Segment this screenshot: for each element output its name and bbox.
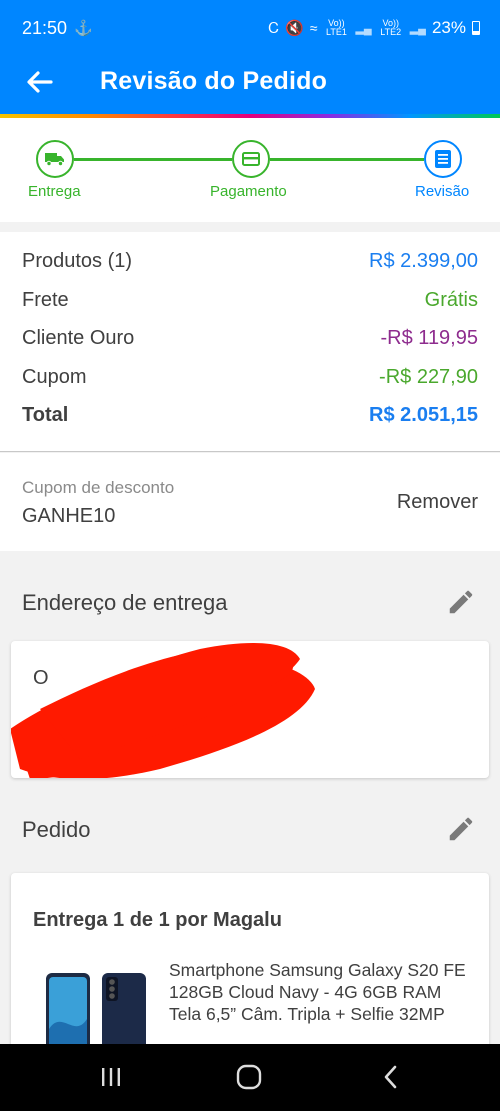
status-time: 21:50 — [22, 18, 68, 38]
credit-card-icon — [242, 152, 260, 166]
bluetooth-icon: Ꮯ — [268, 19, 280, 37]
stepper-line — [270, 158, 424, 161]
summary-value: R$ 2.399,00 — [369, 249, 478, 272]
coupon-panel: Cupom de desconto GANHE10 Remover — [0, 453, 500, 551]
list-icon — [435, 150, 451, 168]
summary-label: Cupom — [22, 365, 87, 388]
delivery-heading: Entrega 1 de 1 por Magalu — [33, 909, 282, 931]
summary-value: Grátis — [424, 288, 478, 311]
app-bar: Revisão do Pedido — [0, 58, 500, 114]
step-revisao[interactable] — [424, 140, 462, 178]
battery-percent: 23% — [431, 18, 466, 37]
step-entrega[interactable] — [36, 140, 74, 178]
remove-coupon-button[interactable]: Remover — [397, 491, 478, 514]
summary-label: Frete — [22, 288, 69, 311]
network-1: Vo)) LTE1 — [326, 18, 347, 37]
recent-apps-icon — [102, 1068, 120, 1086]
battery-icon — [472, 21, 480, 35]
step-label-entrega: Entrega — [28, 183, 81, 200]
summary-row-products: Produtos (1) R$ 2.399,00 — [22, 246, 478, 276]
summary-row-coupon: Cupom -R$ 227,90 — [22, 362, 478, 392]
step-label-pagamento: Pagamento — [210, 183, 287, 200]
order-section-title: Pedido — [22, 817, 91, 842]
signal-icon: ▂▄ — [409, 22, 426, 35]
summary-label: Total — [22, 403, 69, 426]
address-card[interactable]: O — [11, 641, 489, 778]
edit-address-button[interactable] — [446, 587, 476, 617]
back-nav-icon — [384, 1065, 397, 1089]
back-button[interactable] — [22, 64, 58, 100]
wifi-icon: ≈ — [309, 20, 318, 36]
truck-icon — [45, 153, 64, 167]
redaction-scribble — [11, 643, 315, 778]
coupon-code: GANHE10 — [22, 505, 116, 527]
notification-icon: ⚓ — [74, 20, 93, 37]
coupon-label: Cupom de desconto — [22, 478, 175, 497]
summary-value: R$ 2.051,15 — [369, 403, 478, 426]
product-name[interactable]: Smartphone Samsung Galaxy S20 FE 128GB C… — [169, 959, 474, 1025]
order-card: Entrega 1 de 1 por Magalu Smartphone Sam… — [11, 873, 489, 1079]
summary-row-gold-client: Cliente Ouro -R$ 119,95 — [22, 323, 478, 353]
pencil-icon — [449, 590, 473, 614]
stepper-line — [74, 158, 232, 161]
arrow-left-icon — [27, 71, 53, 93]
network-2: Vo)) LTE2 — [380, 18, 402, 37]
mute-icon: 🔇 — [285, 20, 304, 37]
summary-value: -R$ 227,90 — [379, 365, 478, 388]
back-nav-button[interactable] — [376, 1062, 406, 1092]
home-button[interactable] — [234, 1062, 264, 1092]
summary-value: -R$ 119,95 — [380, 326, 478, 349]
signal-icon: ▂▄ — [355, 22, 372, 35]
system-nav-bar — [0, 1044, 500, 1111]
summary-label: Produtos (1) — [22, 249, 133, 272]
recent-apps-button[interactable] — [96, 1062, 126, 1092]
address-section-title: Endereço de entrega — [22, 590, 228, 615]
summary-row-shipping: Frete Grátis — [22, 285, 478, 315]
edit-order-button[interactable] — [446, 814, 476, 844]
checkout-stepper: Entrega Pagamento Revisão — [0, 118, 500, 222]
home-icon — [236, 1064, 262, 1090]
order-summary: Produtos (1) R$ 2.399,00 Frete Grátis Cl… — [0, 232, 500, 452]
page-title: Revisão do Pedido — [100, 67, 328, 95]
status-bar: 21:50 ⚓ Ꮯ 🔇 ≈ Vo)) LTE1 ▂▄ Vo)) LTE2 ▂▄ … — [0, 0, 500, 58]
step-label-revisao: Revisão — [415, 183, 470, 200]
pencil-icon — [449, 817, 473, 841]
status-icons: Ꮯ 🔇 ≈ Vo)) LTE1 ▂▄ Vo)) LTE2 ▂▄ 23% — [268, 18, 480, 38]
step-pagamento[interactable] — [232, 140, 270, 178]
summary-row-total: Total R$ 2.051,15 — [22, 400, 478, 430]
summary-label: Cliente Ouro — [22, 326, 135, 349]
